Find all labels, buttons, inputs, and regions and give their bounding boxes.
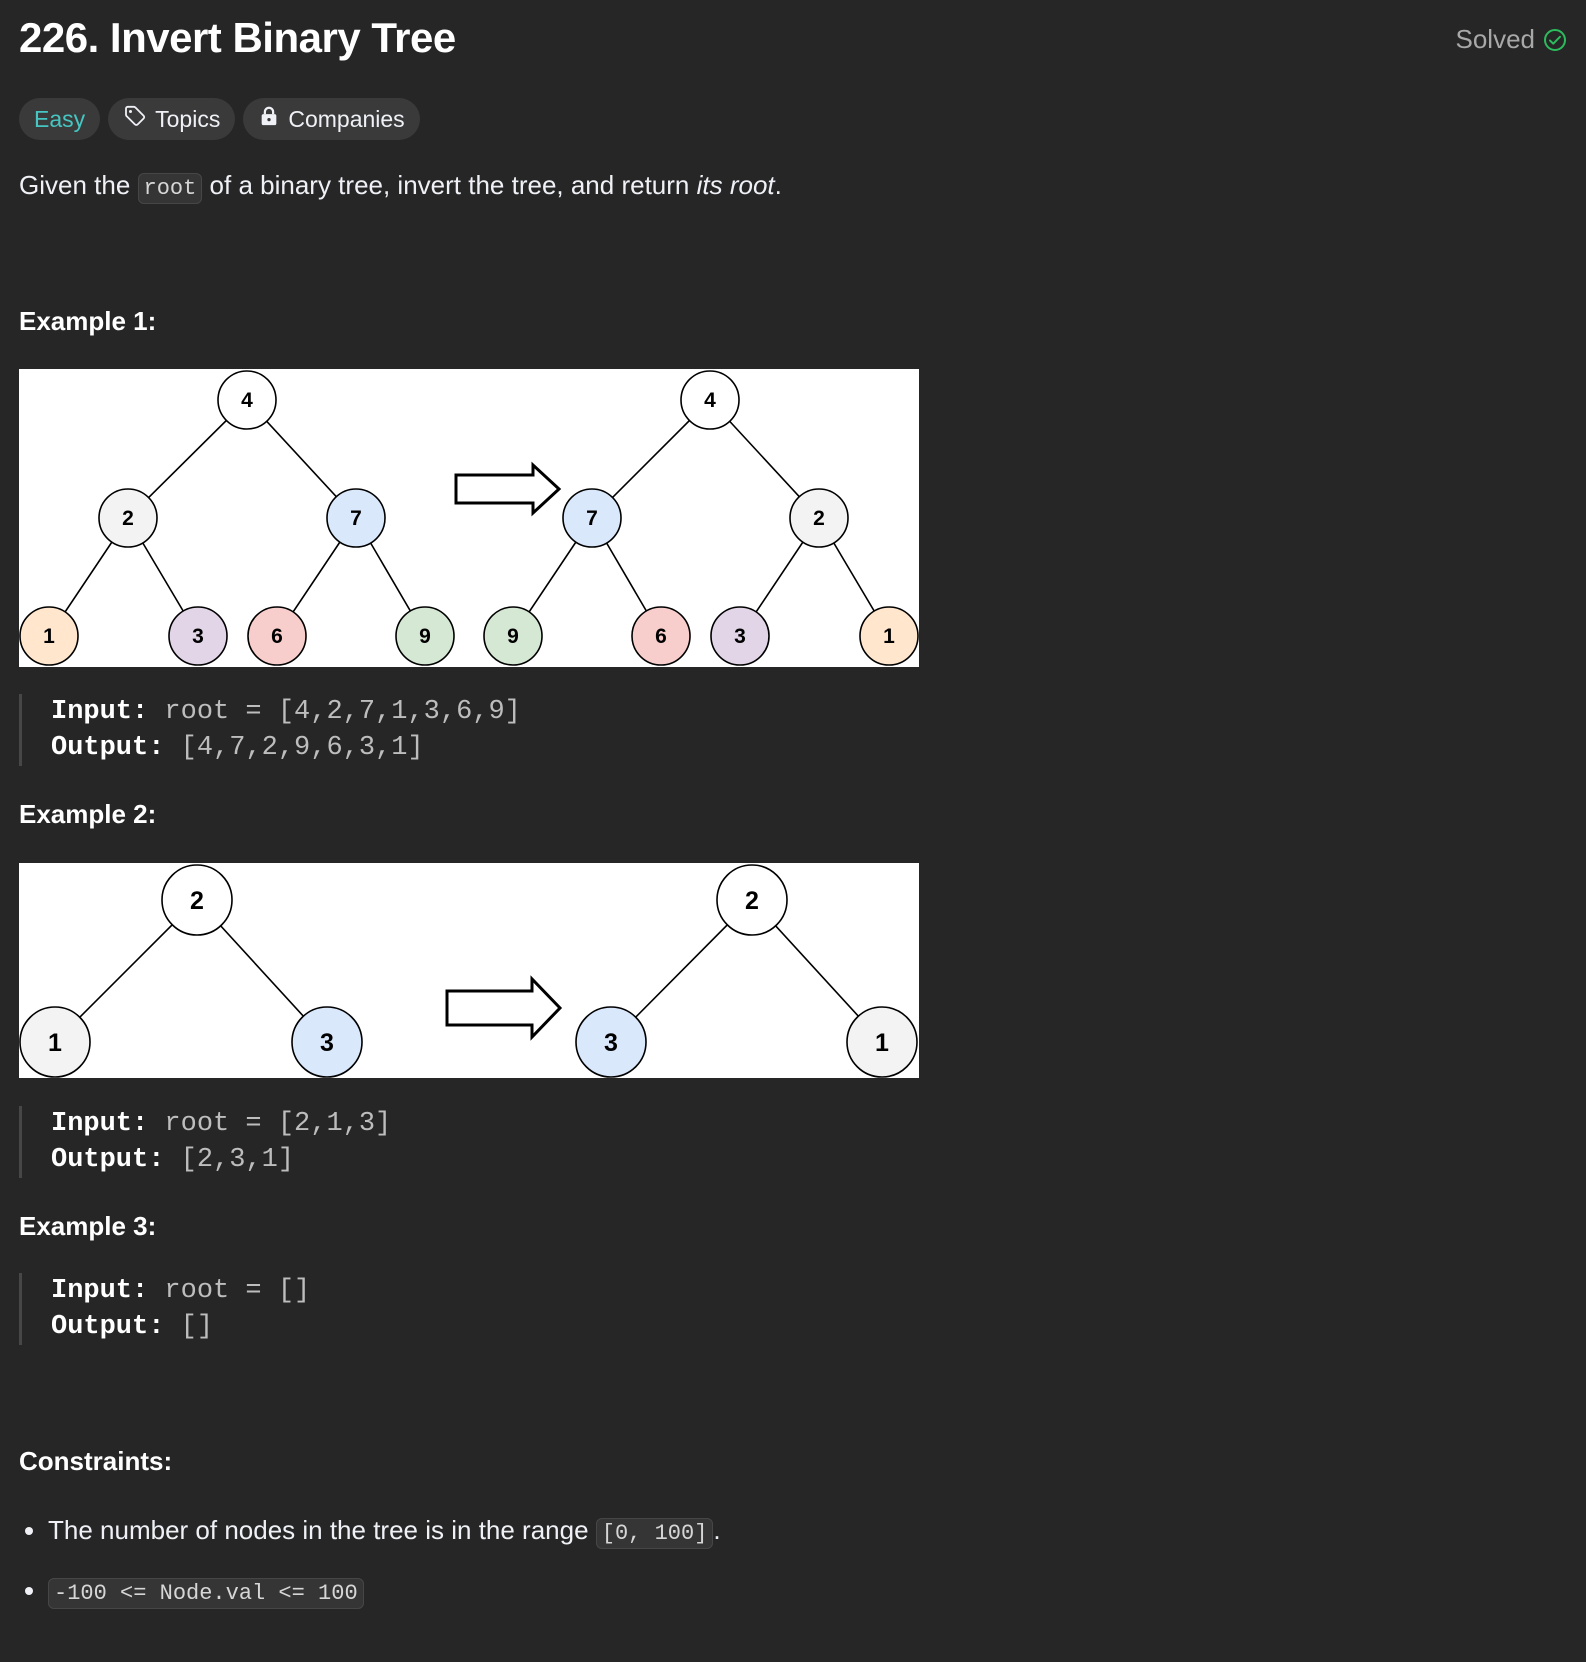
tree-node-label: 2 — [813, 507, 825, 530]
example-1-io: Input: root = [4,2,7,1,3,6,9] Output: [4… — [19, 694, 521, 766]
statement-emphasis: its root — [696, 170, 775, 200]
output-value: [2,3,1] — [180, 1145, 295, 1175]
output-label: Output: — [51, 1312, 165, 1342]
topics-button[interactable]: Topics — [108, 98, 236, 140]
input-label: Input: — [51, 1109, 149, 1139]
tree-node-label: 2 — [745, 887, 759, 915]
inline-code: [0, 100] — [595, 1518, 714, 1549]
difficulty-badge[interactable]: Easy — [19, 98, 101, 140]
tree-node-label: 4 — [241, 389, 253, 412]
tree-node-label: 9 — [507, 625, 519, 648]
tree-node-label: 3 — [192, 625, 204, 648]
statement-suffix: . — [774, 170, 782, 200]
input-label: Input: — [51, 1276, 149, 1306]
tree-node-label: 1 — [43, 625, 55, 648]
tree-node-label: 3 — [604, 1029, 618, 1057]
problem-title[interactable]: 226. Invert Binary Tree — [19, 14, 456, 62]
constraints-heading: Constraints: — [19, 1446, 173, 1476]
inline-code: -100 <= Node.val <= 100 — [48, 1578, 364, 1609]
tree-node-label: 7 — [350, 507, 362, 530]
constraint-text: The number of nodes in the tree is in th… — [48, 1515, 596, 1545]
solved-status: Solved — [1456, 24, 1568, 55]
tree-node-label: 1 — [875, 1029, 889, 1057]
example-2-heading: Example 2: — [19, 799, 157, 829]
example-3-heading: Example 3: — [19, 1211, 157, 1241]
solved-label: Solved — [1455, 24, 1536, 54]
constraints-list: The number of nodes in the tree is in th… — [19, 1500, 721, 1620]
arrow-right-icon — [454, 461, 562, 517]
input-value: root = [] — [164, 1276, 311, 1306]
tree-node-label: 1 — [48, 1029, 62, 1057]
statement-middle: of a binary tree, invert the tree, and r… — [202, 170, 697, 200]
example-2-figure: 2 1 3 2 3 1 — [19, 863, 919, 1078]
output-label: Output: — [51, 733, 165, 763]
companies-label: Companies — [288, 105, 405, 132]
constraint-suffix: . — [713, 1515, 721, 1545]
output-value: [] — [180, 1312, 214, 1342]
input-value: root = [4,2,7,1,3,6,9] — [164, 697, 521, 727]
constraint-item: The number of nodes in the tree is in th… — [19, 1500, 721, 1560]
title-row: 226. Invert Binary Tree Solved — [19, 14, 1567, 70]
input-label: Input: — [51, 697, 149, 727]
problem-tags: Easy Topics Companies — [19, 98, 420, 140]
example-1-figure: 4 2 7 1 3 6 9 4 7 2 9 6 3 1 — [19, 369, 919, 667]
statement-prefix: Given the — [19, 170, 138, 200]
tree-node-label: 9 — [419, 625, 431, 648]
tree-node-label: 7 — [586, 507, 598, 530]
example-1-heading: Example 1: — [19, 306, 157, 336]
tree-node-label: 2 — [190, 887, 204, 915]
tree-node-label: 3 — [734, 625, 746, 648]
input-value: root = [2,1,3] — [164, 1109, 392, 1139]
companies-button[interactable]: Companies — [243, 98, 420, 140]
tag-icon — [123, 104, 147, 134]
arrow-right-icon — [445, 975, 563, 1041]
tree-node-label: 4 — [704, 389, 716, 412]
tree-node-label: 1 — [883, 625, 895, 648]
output-value: [4,7,2,9,6,3,1] — [180, 733, 424, 763]
example-2-io: Input: root = [2,1,3] Output: [2,3,1] — [19, 1106, 391, 1178]
check-circle-icon — [1543, 28, 1567, 52]
tree-node-label: 3 — [320, 1029, 334, 1057]
topics-label: Topics — [155, 105, 221, 132]
problem-statement: Given the root of a binary tree, invert … — [19, 170, 782, 204]
tree-node-label: 6 — [655, 625, 667, 648]
tree-node-label: 2 — [122, 507, 134, 530]
inline-code-root: root — [137, 173, 203, 204]
constraint-item: -100 <= Node.val <= 100 — [19, 1560, 721, 1620]
example-3-io: Input: root = [] Output: [] — [19, 1273, 310, 1345]
output-label: Output: — [51, 1145, 165, 1175]
difficulty-label: Easy — [34, 105, 86, 132]
lock-icon — [258, 105, 280, 133]
tree-node-label: 6 — [271, 625, 283, 648]
